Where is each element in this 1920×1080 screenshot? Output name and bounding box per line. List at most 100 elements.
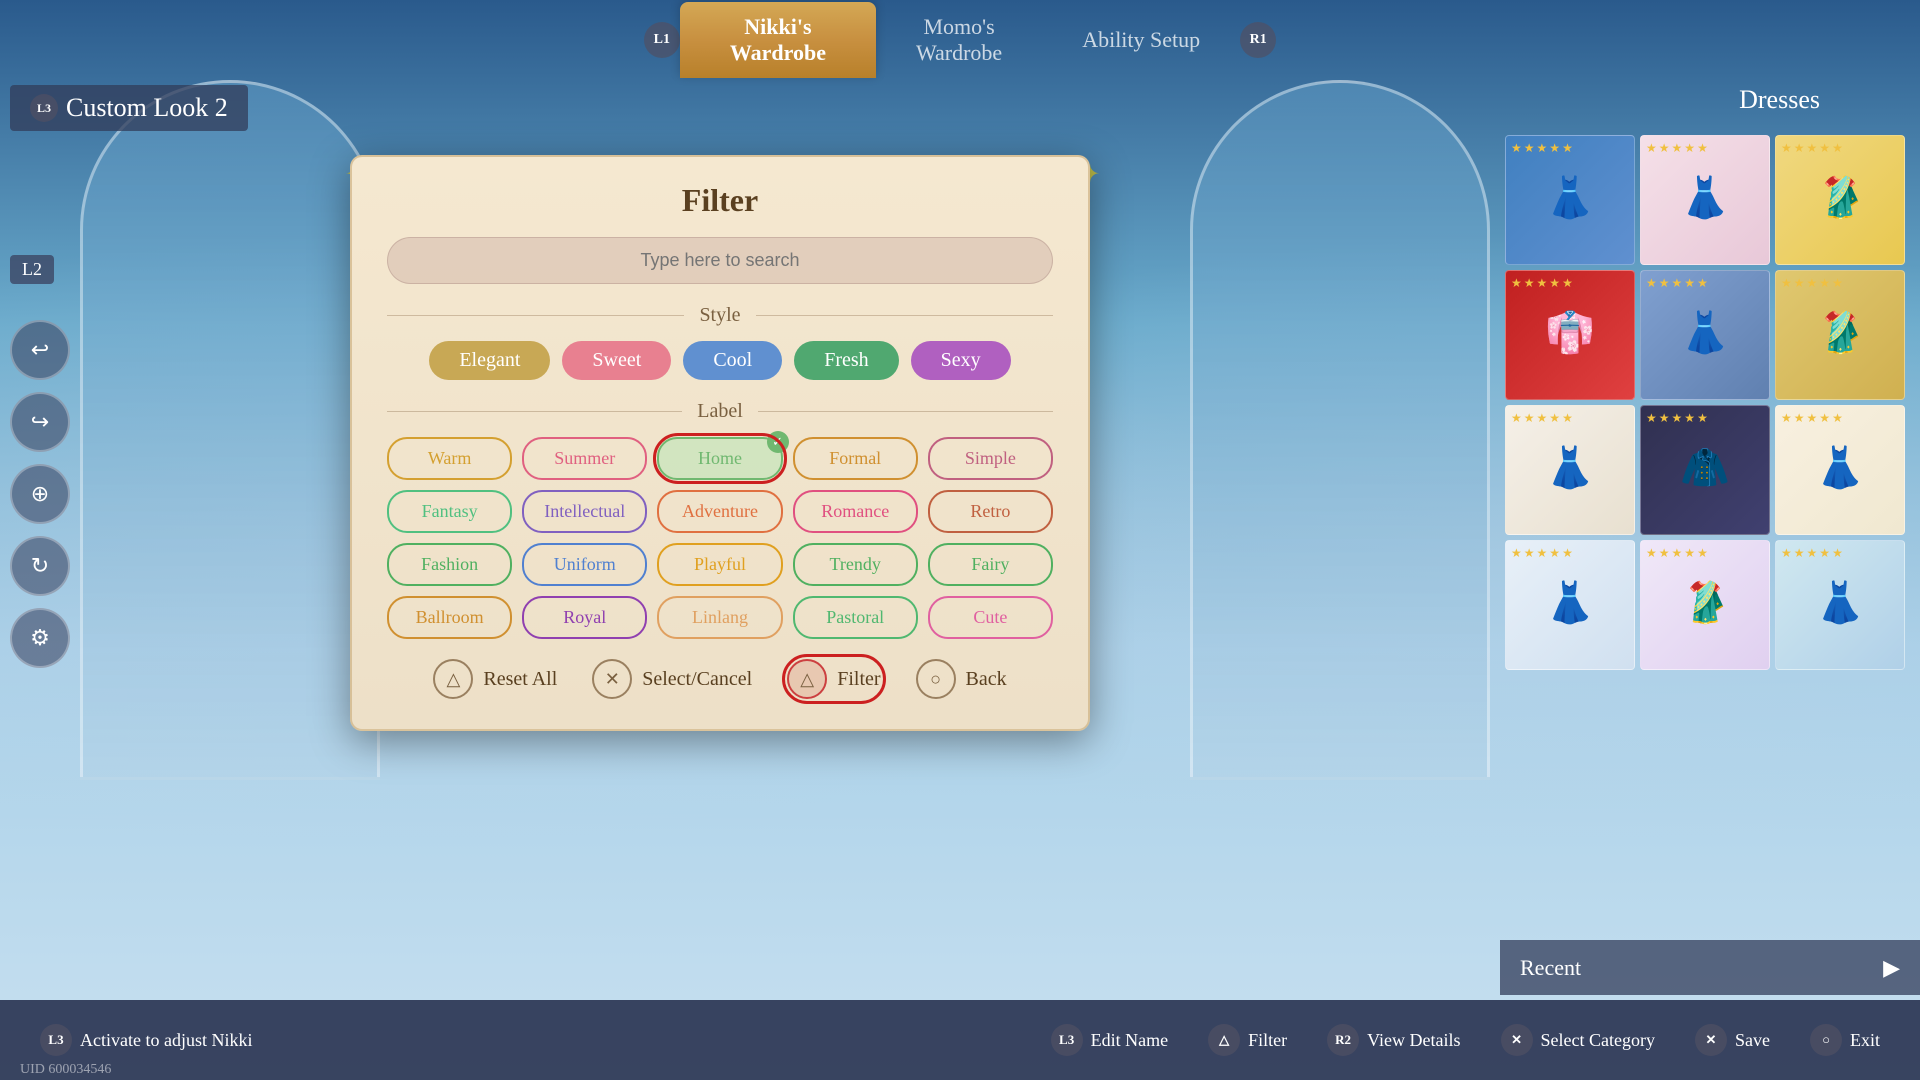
cross-save-icon: ✕: [1695, 1024, 1727, 1056]
label-btn-simple[interactable]: Simple: [928, 437, 1053, 480]
label-btn-adventure[interactable]: Adventure: [657, 490, 782, 533]
label-btn-intellectual[interactable]: Intellectual: [522, 490, 647, 533]
r1-button[interactable]: R1: [1240, 22, 1276, 58]
stars-row: ★★★★★: [1646, 411, 1708, 426]
label-buttons-grid: Warm Summer Home ✓ Formal Simple Fantasy…: [387, 437, 1053, 639]
edit-name-label: Edit Name: [1091, 1030, 1168, 1051]
dress-thumb[interactable]: ★★★★★ 👘: [1505, 270, 1635, 400]
dress-thumb[interactable]: ★★★★★ 🥻: [1775, 270, 1905, 400]
dress-thumb[interactable]: ★★★★★ 👗: [1775, 540, 1905, 670]
side-btn-settings[interactable]: ⚙: [10, 608, 70, 668]
label-section-title: Label: [697, 400, 743, 423]
tab-nikki-wardrobe[interactable]: Nikki's Wardrobe: [680, 2, 876, 78]
activate-text: Activate to adjust Nikki: [80, 1030, 252, 1051]
stars-row: ★★★★★: [1511, 141, 1573, 156]
label-btn-retro[interactable]: Retro: [928, 490, 1053, 533]
filter-bottom-item[interactable]: △ Filter: [1188, 1024, 1307, 1056]
side-btn-redo[interactable]: ↪: [10, 392, 70, 452]
filter-triangle-icon: △: [787, 659, 827, 699]
nav-r1-wrapper: R1: [1240, 22, 1276, 58]
reset-all-label: Reset All: [483, 668, 557, 691]
stars-row: ★★★★★: [1646, 546, 1708, 561]
label-btn-pastoral[interactable]: Pastoral: [793, 596, 918, 639]
dress-thumb[interactable]: ★★★★★ 👗: [1640, 135, 1770, 265]
stars-row: ★★★★★: [1511, 276, 1573, 291]
label-btn-fairy[interactable]: Fairy: [928, 543, 1053, 586]
dress-thumb[interactable]: ★★★★★ 🧥: [1640, 405, 1770, 535]
filter-label: Filter: [837, 668, 880, 691]
select-cancel-button[interactable]: ✕ Select/Cancel: [592, 659, 752, 699]
tab-ability-setup[interactable]: Ability Setup: [1042, 17, 1240, 63]
select-cancel-label: Select/Cancel: [642, 668, 752, 691]
label-btn-formal[interactable]: Formal: [793, 437, 918, 480]
l2-badge[interactable]: L2: [10, 255, 54, 284]
side-btn-undo[interactable]: ↩: [10, 320, 70, 380]
style-btn-sexy[interactable]: Sexy: [911, 341, 1011, 380]
label-divider: Label: [387, 400, 1053, 423]
label-btn-playful[interactable]: Playful: [657, 543, 782, 586]
dress-thumb[interactable]: ★★★★★ 👗: [1505, 540, 1635, 670]
dress-thumb[interactable]: ★★★★★ 👗: [1775, 405, 1905, 535]
side-btn-rotate[interactable]: ↻: [10, 536, 70, 596]
stars-row: ★★★★★: [1646, 276, 1708, 291]
dress-thumb[interactable]: ★★★★★ 👗: [1505, 135, 1635, 265]
arch-right: [1190, 80, 1490, 780]
dress-thumb[interactable]: ★★★★★ 👗: [1505, 405, 1635, 535]
save-label: Save: [1735, 1030, 1770, 1051]
label-btn-royal[interactable]: Royal: [522, 596, 647, 639]
label-btn-uniform[interactable]: Uniform: [522, 543, 647, 586]
select-category-label: Select Category: [1541, 1030, 1655, 1051]
label-btn-fashion[interactable]: Fashion: [387, 543, 512, 586]
tab-momo-wardrobe[interactable]: Momo's Wardrobe: [876, 4, 1042, 76]
view-details-label: View Details: [1367, 1030, 1460, 1051]
side-action-buttons: ↩ ↪ ⊕ ↻ ⚙: [10, 320, 70, 668]
dress-grid: ★★★★★ 👗 ★★★★★ 👗 ★★★★★ 🥻 ★★★★★ 👘 ★★★★★: [1500, 130, 1920, 675]
stars-row: ★★★★★: [1511, 411, 1573, 426]
back-button[interactable]: ○ Back: [916, 659, 1007, 699]
reset-all-button[interactable]: △ Reset All: [433, 659, 557, 699]
triangle-bottom-icon: △: [1208, 1024, 1240, 1056]
filter-bottom-label: Filter: [1248, 1030, 1287, 1051]
dress-thumb[interactable]: ★★★★★ 👗: [1640, 270, 1770, 400]
exit-item[interactable]: ○ Exit: [1790, 1024, 1900, 1056]
style-btn-cool[interactable]: Cool: [683, 341, 782, 380]
label-btn-cute[interactable]: Cute: [928, 596, 1053, 639]
style-btn-sweet[interactable]: Sweet: [562, 341, 671, 380]
recent-bar[interactable]: Recent ▶: [1500, 940, 1920, 995]
r2-badge: R2: [1327, 1024, 1359, 1056]
edit-name-item[interactable]: L3 Edit Name: [1031, 1024, 1188, 1056]
label-btn-warm[interactable]: Warm: [387, 437, 512, 480]
bottom-bar: L3 Activate to adjust Nikki L3 Edit Name…: [0, 1000, 1920, 1080]
label-btn-trendy[interactable]: Trendy: [793, 543, 918, 586]
style-divider: Style: [387, 304, 1053, 327]
save-item[interactable]: ✕ Save: [1675, 1024, 1790, 1056]
label-btn-home[interactable]: Home ✓: [657, 437, 782, 480]
back-label: Back: [966, 668, 1007, 691]
search-input[interactable]: [387, 237, 1053, 284]
view-details-item[interactable]: R2 View Details: [1307, 1024, 1480, 1056]
dress-thumb[interactable]: ★★★★★ 🥻: [1775, 135, 1905, 265]
circle-icon: ○: [916, 659, 956, 699]
style-buttons-row: Elegant Sweet Cool Fresh Sexy: [387, 341, 1053, 380]
filter-button[interactable]: △ Filter: [787, 659, 880, 699]
activate-item: L3 Activate to adjust Nikki: [20, 1024, 272, 1056]
filter-action-bar: △ Reset All ✕ Select/Cancel △ Filter ○ B…: [387, 659, 1053, 699]
label-btn-romance[interactable]: Romance: [793, 490, 918, 533]
style-btn-elegant[interactable]: Elegant: [429, 341, 550, 380]
select-category-item[interactable]: ✕ Select Category: [1481, 1024, 1675, 1056]
dresses-label: Dresses: [1739, 85, 1820, 115]
label-btn-linlang[interactable]: Linlang: [657, 596, 782, 639]
label-btn-ballroom[interactable]: Ballroom: [387, 596, 512, 639]
style-section-title: Style: [699, 304, 740, 327]
style-btn-fresh[interactable]: Fresh: [794, 341, 898, 380]
filter-title: Filter: [387, 182, 1053, 219]
recent-label: Recent: [1520, 955, 1581, 981]
exit-label: Exit: [1850, 1030, 1880, 1051]
l1-button[interactable]: L1: [644, 22, 680, 58]
dress-thumb[interactable]: ★★★★★ 🥻: [1640, 540, 1770, 670]
cross-icon: ✕: [592, 659, 632, 699]
custom-look-text: Custom Look 2: [66, 93, 228, 123]
label-btn-fantasy[interactable]: Fantasy: [387, 490, 512, 533]
label-btn-summer[interactable]: Summer: [522, 437, 647, 480]
side-btn-target[interactable]: ⊕: [10, 464, 70, 524]
